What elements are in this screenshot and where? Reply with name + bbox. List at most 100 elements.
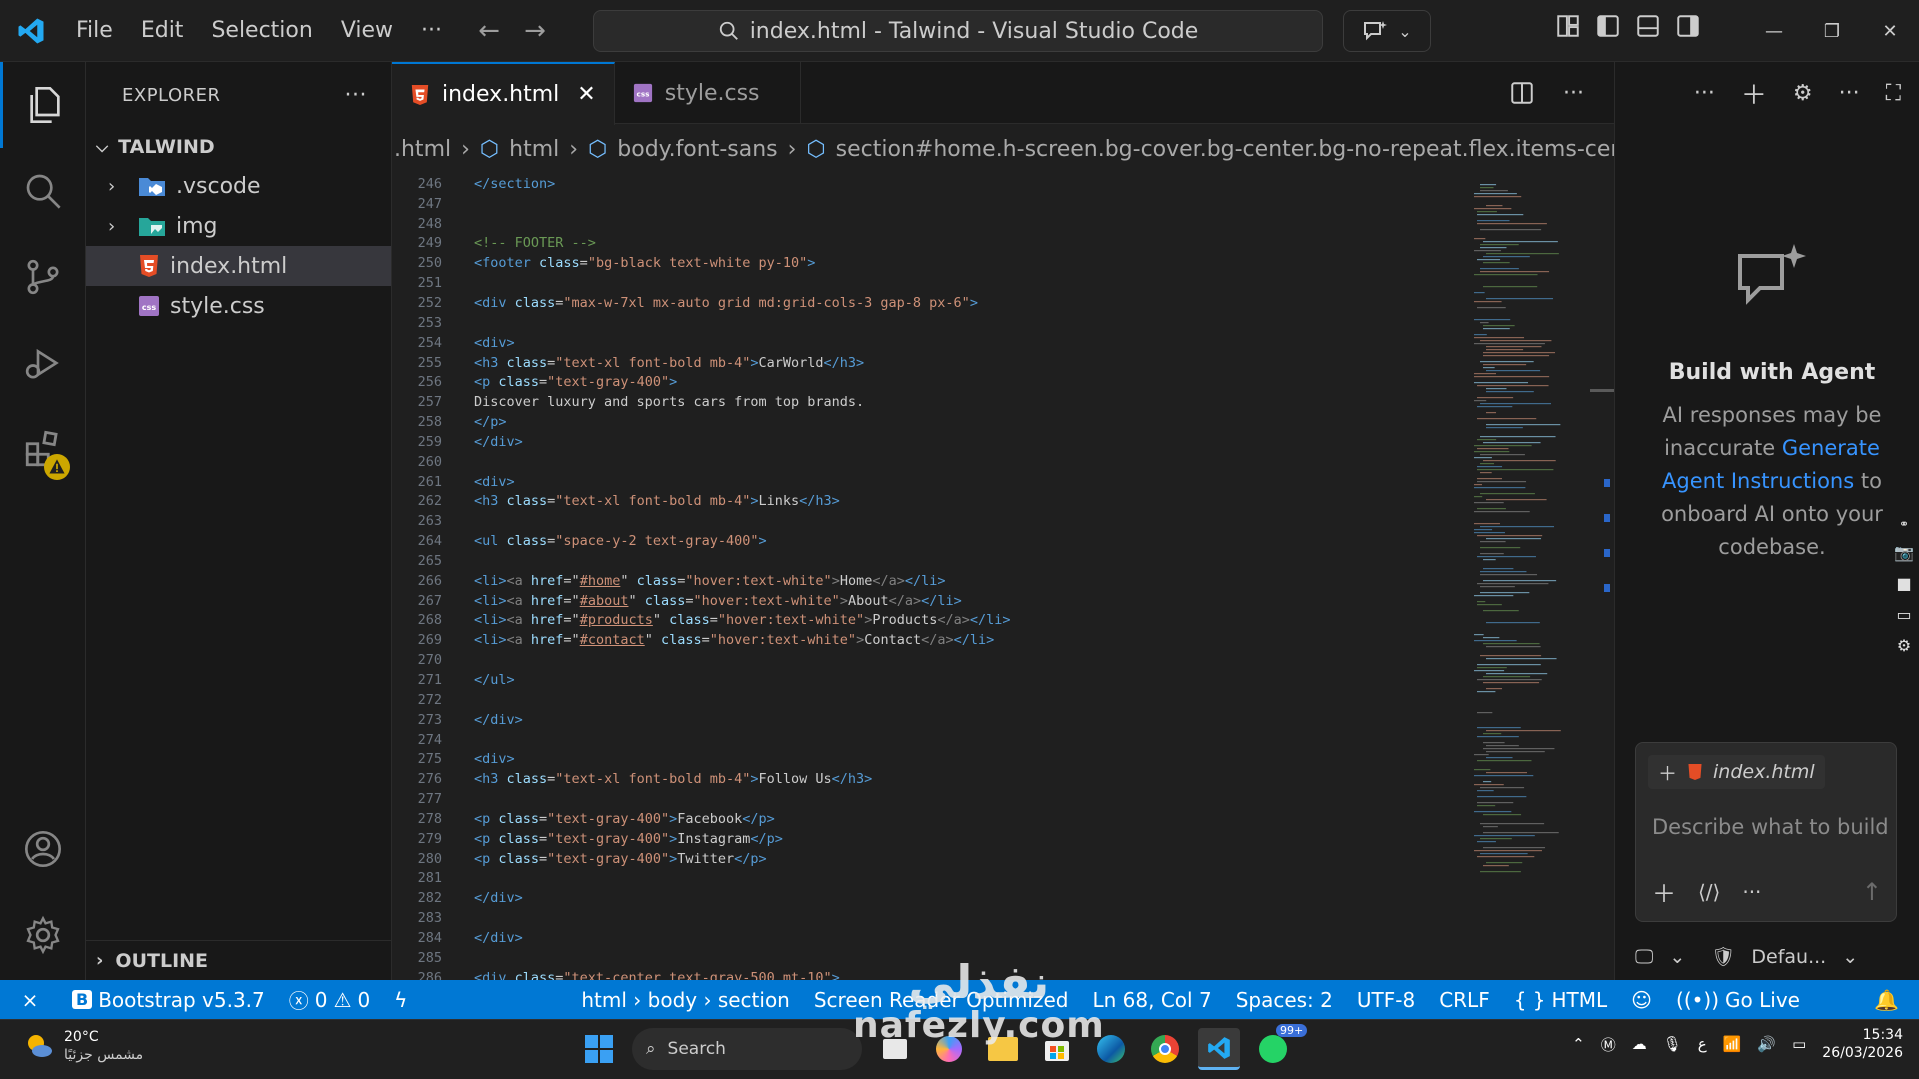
explorer-icon[interactable] [0, 62, 86, 148]
copilot-menu-button[interactable]: ⌄ [1343, 10, 1431, 52]
tree-item-vscode[interactable]: › .vscode [86, 166, 391, 206]
mode-select[interactable]: Defau... [1751, 946, 1826, 968]
code-line[interactable]: 281 [392, 869, 1614, 889]
code-line[interactable]: 262 <h3 class="text-xl font-bold mb-4">Li… [392, 492, 1614, 512]
gear-icon[interactable]: ⚙ [1897, 636, 1911, 655]
outline-section[interactable]: › OUTLINE [86, 940, 392, 980]
code-line[interactable]: 259 </div> [392, 432, 1614, 452]
indentation-status[interactable]: Spaces: 2 [1224, 988, 1345, 1012]
customize-layout-icon[interactable] [1555, 13, 1581, 39]
code-line[interactable]: 251 [392, 273, 1614, 293]
code-line[interactable]: 275 <div> [392, 749, 1614, 769]
code-line[interactable]: 256 <p class="text-gray-400"> [392, 372, 1614, 392]
code-line[interactable]: 255 <h3 class="text-xl font-bold mb-4">Ca… [392, 353, 1614, 373]
search-activity-icon[interactable] [0, 148, 86, 234]
tree-item-img[interactable]: › img [86, 206, 391, 246]
forward-arrow-icon[interactable]: → [512, 16, 558, 46]
battery-icon[interactable]: ▭ [1792, 1035, 1806, 1053]
tree-item-style-css[interactable]: css style.css [86, 286, 391, 326]
microphone-icon[interactable]: 🎙 [1663, 1035, 1682, 1053]
code-line[interactable]: 276 <h3 class="text-xl font-bold mb-4">Fo… [392, 769, 1614, 789]
account-icon[interactable] [0, 806, 86, 892]
chat-overflow-button[interactable]: ··· [1839, 81, 1860, 106]
code-line[interactable]: 273 </div> [392, 710, 1614, 730]
code-line[interactable]: 248 [392, 214, 1614, 234]
code-line[interactable]: 280 <p class="text-gray-400">Twitter</p> [392, 849, 1614, 869]
code-line[interactable]: 250 <footer class="bg-black text-white py… [392, 253, 1614, 273]
start-button[interactable] [578, 1028, 620, 1070]
tray-app-icon[interactable]: Ⓜ [1601, 1034, 1616, 1055]
go-live-button[interactable]: ((•)) Go Live [1664, 988, 1812, 1012]
code-line[interactable]: 271 </ul> [392, 670, 1614, 690]
chat-options-button[interactable]: ··· [1742, 880, 1761, 904]
minimize-button[interactable]: — [1745, 0, 1803, 62]
code-line[interactable]: 264 <ul class="space-y-2 text-gray-400"> [392, 531, 1614, 551]
settings-gear-icon[interactable] [0, 892, 86, 978]
camera-icon[interactable]: 📷 [1894, 543, 1914, 562]
code-line[interactable]: 254 <div> [392, 333, 1614, 353]
link-icon[interactable]: ⚭ [1899, 517, 1909, 531]
editor-more-button[interactable]: ··· [1563, 81, 1584, 106]
back-arrow-icon[interactable]: ← [466, 16, 512, 46]
breadcrumb-item[interactable]: html [509, 137, 559, 162]
breadcrumb-item[interactable]: section#home.h-screen.bg-cover.bg-center… [836, 137, 1614, 162]
language-mode[interactable]: { } HTML [1502, 988, 1619, 1012]
volume-icon[interactable]: 🔊 [1757, 1035, 1776, 1053]
chat-more-button[interactable]: ··· [1694, 81, 1715, 106]
code-line[interactable]: 282 </div> [392, 888, 1614, 908]
menu-view[interactable]: View [327, 0, 407, 62]
toggle-primary-sidebar-icon[interactable] [1595, 13, 1621, 39]
breadcrumb-item[interactable]: .html [394, 137, 451, 162]
code-line[interactable]: 277 [392, 789, 1614, 809]
code-line[interactable]: 272 [392, 690, 1614, 710]
code-line[interactable]: 274 [392, 730, 1614, 750]
vscode-taskbar-icon[interactable] [1198, 1028, 1240, 1070]
code-line[interactable]: 268 <li><a href="#products" class="hover:… [392, 611, 1614, 631]
tools-icon[interactable]: ⟨/⟩ [1698, 880, 1720, 904]
close-tab-icon[interactable]: ✕ [577, 82, 595, 107]
eol-status[interactable]: CRLF [1427, 988, 1502, 1012]
weather-widget[interactable]: 20°C مشمس جزئيًا [24, 1028, 143, 1064]
code-line[interactable]: 258 </p> [392, 412, 1614, 432]
whatsapp-icon[interactable]: 99+ [1252, 1024, 1308, 1070]
context-file-chip[interactable]: ＋ index.html [1648, 755, 1825, 789]
remote-indicator-icon[interactable]: ⨯ [0, 988, 60, 1012]
code-line[interactable]: 253 [392, 313, 1614, 333]
command-center-search[interactable]: index.html - Talwind - Visual Studio Cod… [593, 10, 1323, 52]
editor-scrollbar[interactable] [1590, 174, 1614, 980]
taskbar-search[interactable]: ⌕ Search [632, 1028, 862, 1070]
extensions-icon[interactable] [0, 406, 86, 492]
video-icon[interactable]: ■ [1896, 574, 1911, 593]
add-context-icon[interactable]: ＋ [1658, 759, 1677, 786]
status-breadcrumb[interactable]: html › body › section [569, 988, 801, 1012]
toggle-secondary-sidebar-icon[interactable] [1675, 13, 1701, 39]
lightning-icon[interactable]: ϟ [382, 988, 419, 1012]
menu-more-button[interactable]: ··· [407, 0, 456, 62]
code-line[interactable]: 278 <p class="text-gray-400">Facebook</p> [392, 809, 1614, 829]
close-window-button[interactable]: ✕ [1861, 0, 1919, 62]
chrome-browser-icon[interactable] [1144, 1028, 1186, 1070]
notifications-bell-icon[interactable]: 🔔 [1862, 988, 1919, 1012]
source-control-icon[interactable] [0, 234, 86, 320]
chat-input-placeholder[interactable]: Describe what to build [1652, 815, 1889, 839]
split-editor-icon[interactable] [1509, 80, 1535, 106]
menu-file[interactable]: File [62, 0, 127, 62]
code-line[interactable]: 279 <p class="text-gray-400">Instagram</p… [392, 829, 1614, 849]
monitor-icon[interactable]: 🖵 [1635, 946, 1653, 968]
code-line[interactable]: 265 [392, 551, 1614, 571]
maximize-icon[interactable]: ⛶ [1886, 81, 1901, 106]
window-icon[interactable]: ▭ [1896, 605, 1911, 624]
clock[interactable]: 15:34 26/03/2026 [1822, 1026, 1903, 1062]
send-arrow-icon[interactable]: ↑ [1862, 878, 1882, 906]
tab-index-html[interactable]: index.html ✕ [392, 62, 615, 125]
code-line[interactable]: 252 <div class="max-w-7xl mx-auto grid md… [392, 293, 1614, 313]
bootstrap-status[interactable]: B Bootstrap v5.3.7 [60, 988, 277, 1012]
code-line[interactable]: 247 [392, 194, 1614, 214]
code-line[interactable]: 270 [392, 650, 1614, 670]
code-line[interactable]: 260 [392, 452, 1614, 472]
code-line[interactable]: 257 Discover luxury and sports cars from … [392, 392, 1614, 412]
breadcrumb-item[interactable]: body.font-sans [617, 137, 777, 162]
onedrive-icon[interactable]: ☁ [1632, 1035, 1647, 1053]
tab-style-css[interactable]: css style.css [615, 62, 801, 124]
minimap[interactable] [1472, 174, 1592, 980]
